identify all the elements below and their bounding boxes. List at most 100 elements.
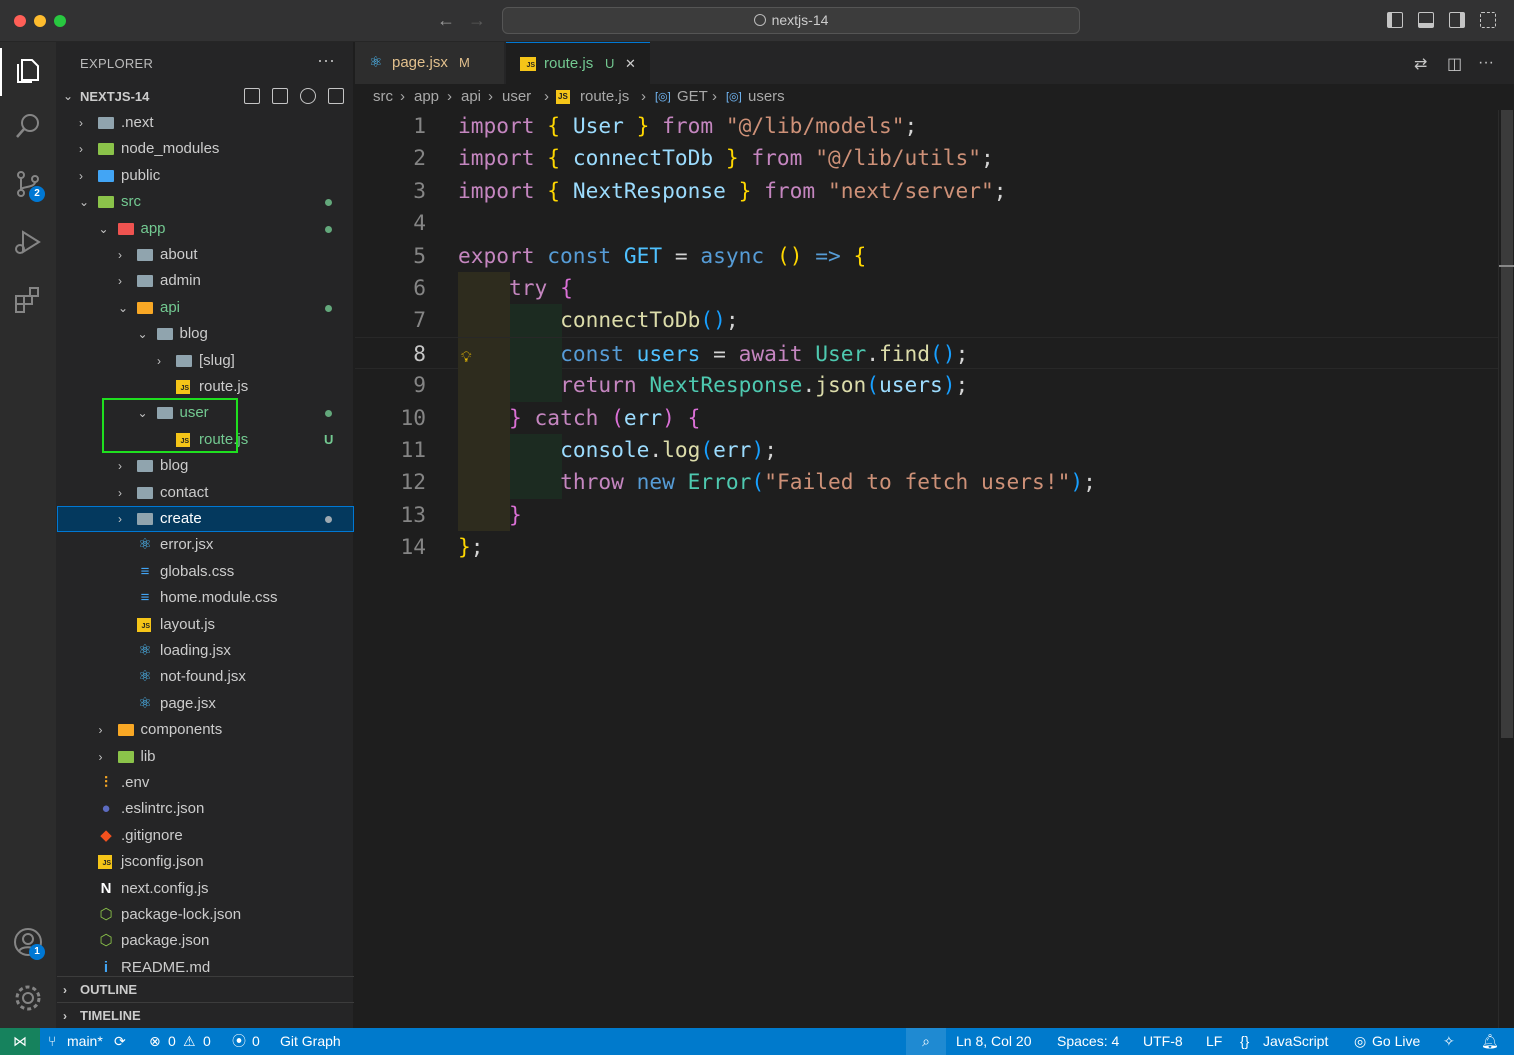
scrollbar-thumb[interactable]	[1501, 110, 1513, 738]
tree-item[interactable]: JS jsconfig.json	[57, 849, 354, 875]
tree-item[interactable]: › .next	[57, 110, 354, 136]
tab-route-js[interactable]: JS route.js U ✕	[506, 42, 650, 84]
tree-item[interactable]: › create	[57, 506, 354, 532]
timeline-section[interactable]: › TIMELINE	[57, 1002, 354, 1028]
folder-icon	[137, 486, 153, 499]
tree-item[interactable]: Nnext.config.js	[57, 876, 354, 902]
tab-page-jsx[interactable]: ⚛ page.jsx M	[355, 42, 505, 84]
new-folder-icon[interactable]	[272, 88, 288, 104]
back-arrow-icon[interactable]: ←	[437, 10, 455, 31]
editor-scrollbar[interactable]	[1498, 110, 1514, 1028]
breadcrumb-item[interactable]: user	[502, 84, 531, 110]
forward-arrow-icon[interactable]: →	[468, 10, 486, 31]
branch-name[interactable]: main*	[67, 1028, 103, 1055]
code-token: .	[866, 340, 880, 366]
zoom-icon[interactable]: ⌕	[906, 1028, 946, 1055]
close-window-button[interactable]	[14, 15, 26, 27]
tree-item[interactable]: ● .eslintrc.json	[57, 796, 354, 822]
tree-item[interactable]: ⚛ not-found.jsx	[57, 664, 354, 690]
search-icon[interactable]	[12, 110, 44, 142]
breadcrumb-item[interactable]: src	[373, 84, 393, 110]
tree-item[interactable]: › components	[57, 717, 354, 743]
tree-item[interactable]: ≡ globals.css	[57, 559, 354, 585]
notifications-bell-icon[interactable]: 🔔︎	[1481, 1028, 1499, 1055]
ports-count[interactable]: 0	[252, 1028, 260, 1055]
source-control-icon[interactable]: 2	[12, 168, 45, 202]
tree-item[interactable]: ⌄ src	[57, 189, 354, 215]
tree-item[interactable]: ⌄ blog	[57, 321, 354, 347]
sync-icon[interactable]: ⟳	[114, 1028, 126, 1055]
breadcrumb-item[interactable]: app	[414, 84, 439, 110]
editor-more-icon[interactable]: ···	[1478, 54, 1494, 72]
tree-item[interactable]: › [slug]	[57, 348, 354, 374]
remote-indicator-icon[interactable]: ⋈	[0, 1028, 40, 1055]
toggle-panel-icon[interactable]	[1418, 12, 1434, 28]
extensions-icon[interactable]	[12, 284, 44, 316]
warning-count[interactable]: 0	[203, 1028, 211, 1055]
jsconfig-icon: JS	[98, 855, 112, 870]
code-token: .	[649, 437, 663, 462]
git-graph-button[interactable]: Git Graph	[280, 1028, 341, 1055]
tree-item[interactable]: › lib	[57, 744, 354, 770]
end-of-line[interactable]: LF	[1206, 1028, 1222, 1055]
folder-icon	[137, 275, 153, 288]
tree-item[interactable]: ⚛ loading.jsx	[57, 638, 354, 664]
manage-gear-icon[interactable]	[12, 982, 44, 1014]
split-editor-icon[interactable]: ◫	[1447, 54, 1462, 74]
go-live-button[interactable]: Go Live	[1372, 1028, 1420, 1055]
tree-item[interactable]: ⌄ api	[57, 295, 354, 321]
maximize-window-button[interactable]	[54, 15, 66, 27]
tree-item[interactable]: ⚛ page.jsx	[57, 691, 354, 717]
command-center-search[interactable]: nextjs-14	[502, 7, 1080, 34]
cursor-position[interactable]: Ln 8, Col 20	[956, 1028, 1032, 1055]
run-debug-icon[interactable]	[12, 226, 44, 258]
minimize-window-button[interactable]	[34, 15, 46, 27]
tree-item[interactable]: ⫶ .env	[57, 770, 354, 796]
tree-item[interactable]: › about	[57, 242, 354, 268]
refresh-icon[interactable]	[300, 88, 316, 104]
project-root-row[interactable]: ⌄ NEXTJS-14	[57, 86, 354, 108]
open-changes-icon[interactable]: ⇄	[1414, 54, 1427, 74]
close-tab-icon[interactable]: ✕	[625, 43, 636, 85]
indentation[interactable]: Spaces: 4	[1057, 1028, 1119, 1055]
tree-item[interactable]: ⬡ package-lock.json	[57, 902, 354, 928]
tree-item[interactable]: › blog	[57, 453, 354, 479]
collapse-all-icon[interactable]	[328, 88, 344, 104]
feedback-icon[interactable]: ✧	[1443, 1028, 1455, 1055]
tree-item-label: [slug]	[199, 351, 235, 369]
breadcrumb-item[interactable]: route.js	[580, 84, 629, 110]
source-control-badge: 2	[29, 186, 45, 202]
encoding[interactable]: UTF-8	[1143, 1028, 1183, 1055]
toggle-primary-sidebar-icon[interactable]	[1387, 12, 1403, 28]
chevron-right-icon: ›	[98, 749, 103, 764]
new-file-icon[interactable]	[244, 88, 260, 104]
react-icon: ⚛	[138, 668, 152, 686]
code-token: }	[458, 534, 471, 560]
tree-item[interactable]: › admin	[57, 268, 354, 294]
tree-item[interactable]: › node_modules	[57, 136, 354, 162]
breadcrumb-item[interactable]: users	[748, 84, 785, 110]
tree-item[interactable]: ≡ home.module.css	[57, 585, 354, 611]
customize-layout-icon[interactable]	[1480, 12, 1496, 28]
language-mode[interactable]: JavaScript	[1263, 1028, 1328, 1055]
code-text: const users = await User.find();	[458, 338, 968, 370]
more-actions-icon[interactable]: ···	[317, 50, 335, 71]
tree-item[interactable]: › contact	[57, 480, 354, 506]
tree-item[interactable]: ⌄ app	[57, 216, 354, 242]
folder-icon	[117, 750, 134, 763]
code-token: users	[879, 372, 943, 398]
tree-item[interactable]: JS layout.js	[57, 612, 354, 638]
breadcrumb-item[interactable]: api	[461, 84, 481, 110]
code-editor[interactable]: 1 import { User } from "@/lib/models"; 2 im…	[355, 110, 1498, 1028]
error-count[interactable]: 0	[168, 1028, 176, 1055]
tree-item[interactable]: ◆ .gitignore	[57, 823, 354, 849]
accounts-icon[interactable]: 1	[12, 926, 45, 960]
tree-item[interactable]: ⚛ error.jsx	[57, 532, 354, 558]
tree-item[interactable]: ⬡ package.json	[57, 928, 354, 954]
toggle-secondary-sidebar-icon[interactable]	[1449, 12, 1465, 28]
tree-item[interactable]: JS route.js	[57, 374, 354, 400]
breadcrumb-item[interactable]: GET	[677, 84, 708, 110]
outline-section[interactable]: › OUTLINE	[57, 976, 354, 1002]
explorer-icon[interactable]	[12, 54, 44, 86]
tree-item[interactable]: › public	[57, 163, 354, 189]
